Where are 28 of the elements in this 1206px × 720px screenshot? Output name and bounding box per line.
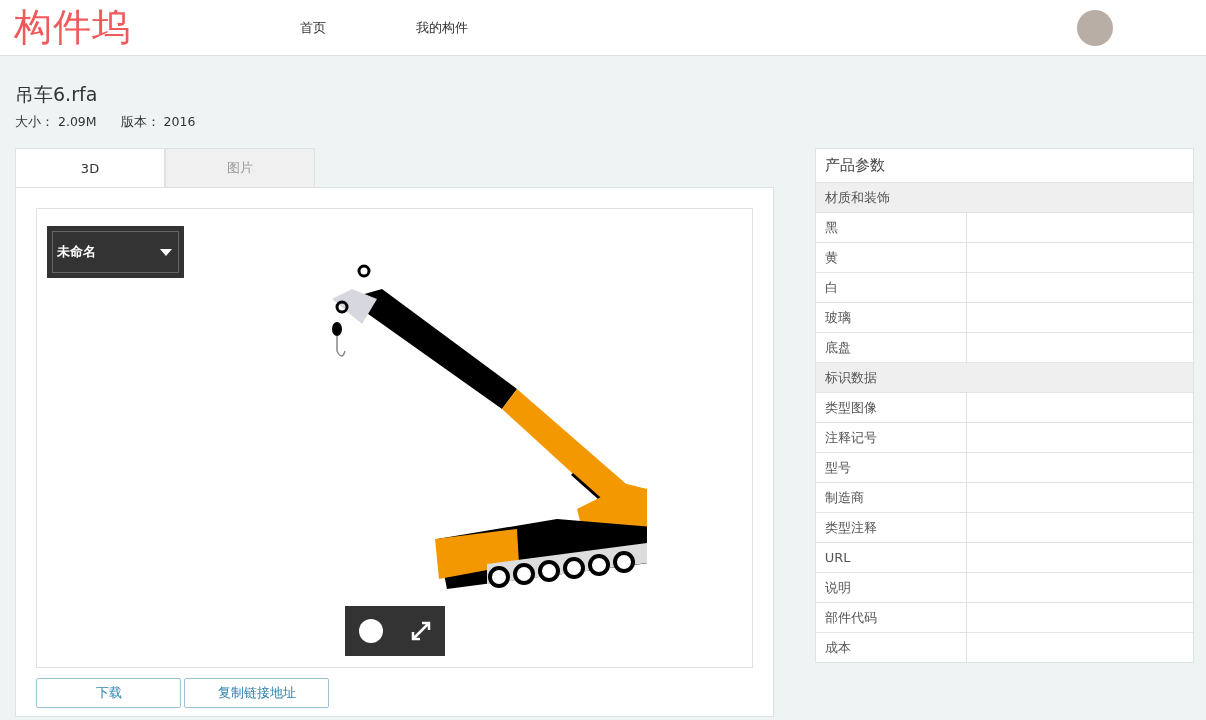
tab[interactable]: 3D — [15, 148, 165, 187]
view-select[interactable]: 未命名 — [47, 226, 184, 278]
param-label: 白 — [815, 273, 967, 302]
param-label: 型号 — [815, 453, 967, 482]
param-label: URL — [815, 543, 967, 572]
param-label: 说明 — [815, 573, 967, 602]
file-meta: 大小： 2.09M — [15, 114, 97, 131]
param-label: 类型注释 — [815, 513, 967, 542]
param-label: 成本 — [815, 633, 967, 662]
circle-icon[interactable] — [358, 619, 383, 643]
param-label: 类型图像 — [815, 393, 967, 422]
action-button[interactable]: 下载 — [36, 678, 181, 708]
file-meta: 版本： 2016 — [120, 114, 196, 131]
fullscreen-icon[interactable] — [409, 620, 432, 642]
param-label: 黑 — [815, 213, 967, 242]
group-header: 标识数据 — [815, 362, 1193, 392]
param-label: 注释记号 — [815, 423, 967, 452]
nav-link[interactable]: 我的构件 — [416, 18, 468, 37]
nav-link[interactable]: 首页 — [300, 18, 326, 37]
params-title: 产品参数 — [823, 155, 886, 176]
group-header: 材质和装饰 — [815, 182, 1193, 212]
param-label: 黄 — [815, 243, 967, 272]
caret-icon — [160, 248, 172, 256]
action-button[interactable]: 复制链接地址 — [184, 678, 329, 708]
param-label: 制造商 — [815, 483, 967, 512]
file-title: 吊车6.rfa — [15, 82, 99, 107]
param-label: 玻璃 — [815, 303, 967, 332]
param-label: 部件代码 — [815, 603, 967, 632]
